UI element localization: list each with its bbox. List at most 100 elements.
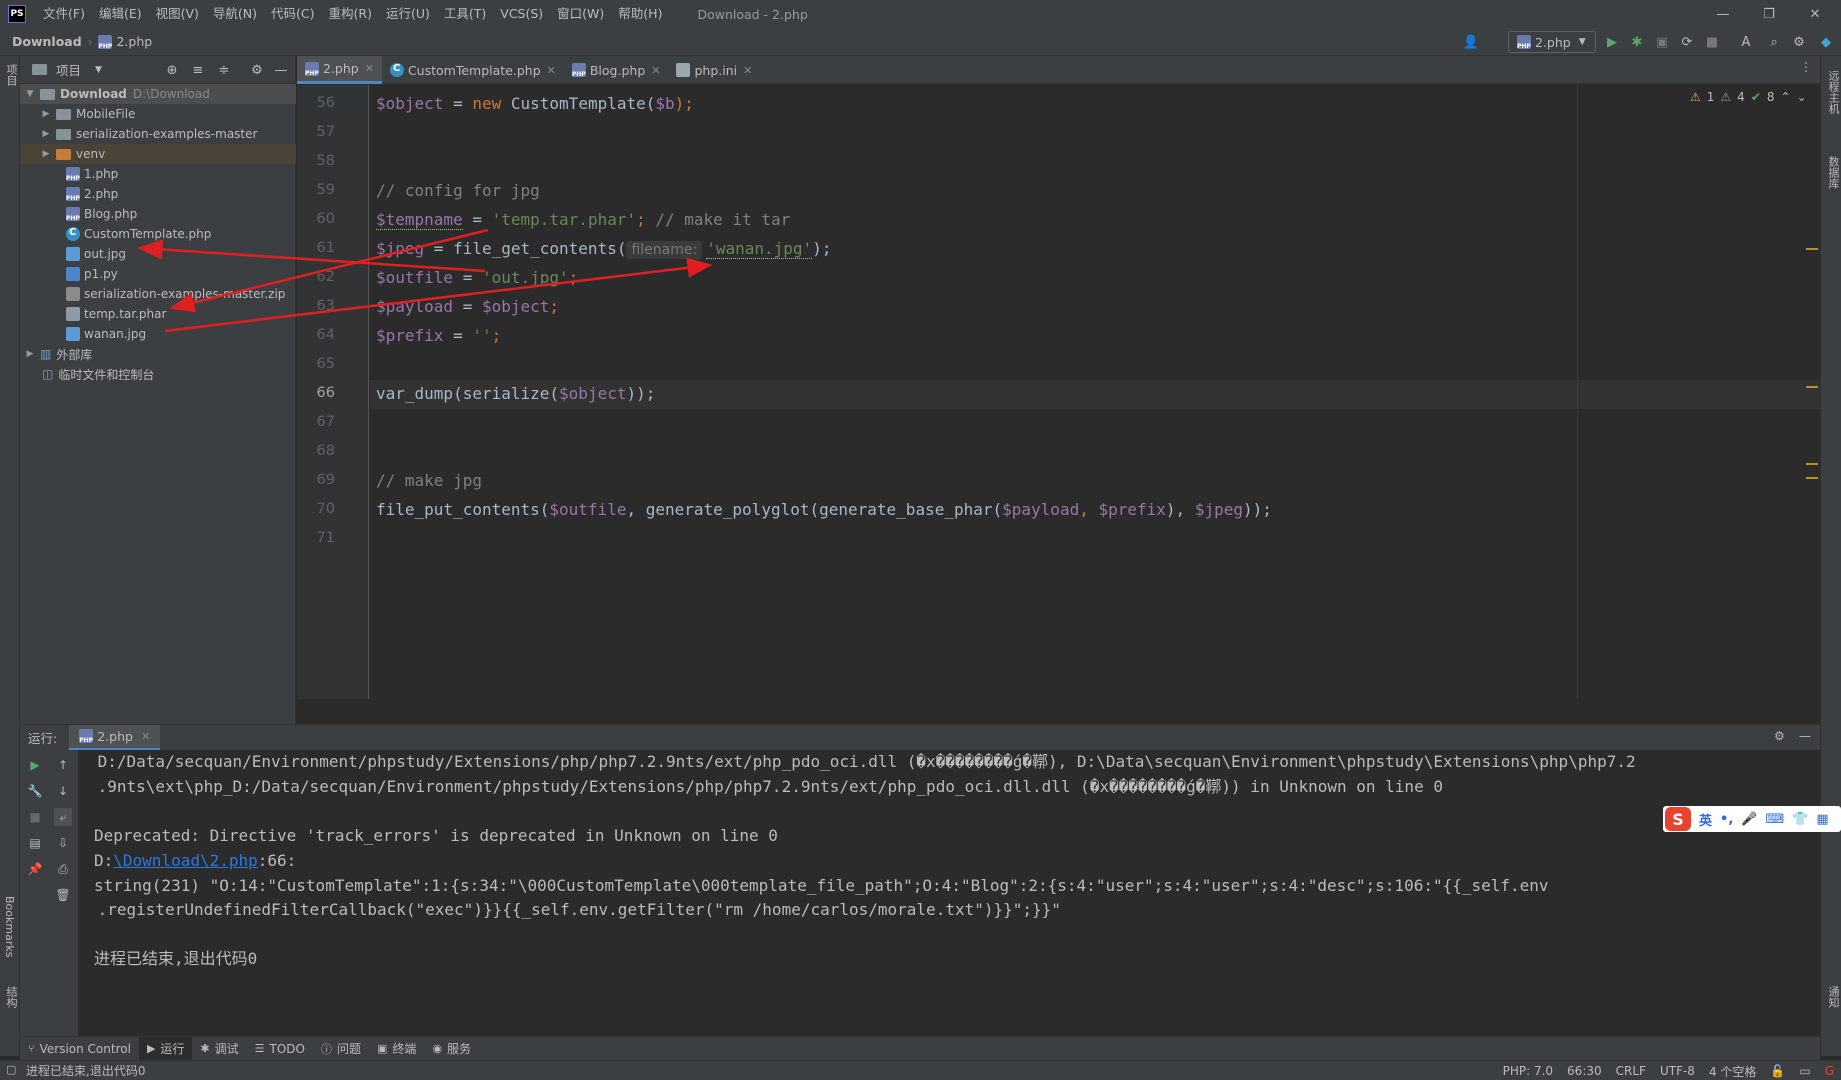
project-tool-label[interactable]: 项目 (3, 64, 19, 86)
tool-tab-problems[interactable]: ⓘ 问题 (313, 1037, 369, 1061)
close-tab-icon[interactable]: ✕ (743, 64, 752, 77)
minimize-icon[interactable]: — (1700, 0, 1746, 28)
tree-item-blog-php[interactable]: Blog.php (20, 204, 296, 224)
menu-navigate[interactable]: 导航(N) (206, 0, 264, 28)
tree-item-p1-py[interactable]: p1.py (20, 264, 296, 284)
memory-icon[interactable]: ▭ (1792, 1064, 1817, 1078)
tab-php-ini[interactable]: php.ini ✕ (668, 56, 760, 84)
indent-setting[interactable]: 4 个空格 (1702, 1063, 1763, 1080)
menu-vcs[interactable]: VCS(S) (493, 0, 550, 28)
database-tool-label[interactable]: 数据库 (1825, 156, 1841, 189)
inspection-widget[interactable]: ⚠ 1 ⚠ 4 ✔ 8 ⌃ ⌄ (1690, 90, 1807, 104)
tree-item-wanan-jpg[interactable]: wanan.jpg (20, 324, 296, 344)
lock-icon[interactable]: 🔓 (1763, 1064, 1792, 1078)
chevron-down-icon[interactable]: ▼ (95, 65, 102, 75)
tree-item-scratches[interactable]: ◫ 临时文件和控制台 (20, 364, 296, 384)
file-encoding[interactable]: UTF-8 (1653, 1064, 1702, 1078)
profile-icon[interactable]: ⟳ (1678, 33, 1696, 51)
tree-root[interactable]: ▼ Download D:\Download (20, 84, 296, 104)
stop-icon[interactable]: ■ (26, 808, 44, 826)
collapse-all-icon[interactable]: ≑ (215, 61, 233, 79)
chevron-up-icon[interactable]: ⌃ (1781, 90, 1791, 104)
tree-item-venv[interactable]: ▶ venv (20, 144, 296, 164)
ime-language[interactable]: 英 (1699, 810, 1712, 829)
error-stripe-marker[interactable] (1806, 477, 1818, 479)
structure-tool-label[interactable]: 结构 (3, 986, 19, 1008)
tab-customtemplate-php[interactable]: CustomTemplate.php ✕ (382, 56, 564, 84)
rerun-icon[interactable]: ▶ (26, 756, 44, 774)
tree-item-temp-tar-phar[interactable]: temp.tar.phar (20, 304, 296, 324)
close-tab-icon[interactable]: ✕ (365, 62, 374, 75)
bookmarks-tool-label[interactable]: Bookmarks (3, 896, 16, 957)
line-separator[interactable]: CRLF (1609, 1064, 1653, 1078)
close-icon[interactable]: ✕ (1792, 0, 1838, 28)
breadcrumb-file[interactable]: 2.php (116, 34, 152, 49)
project-panel-title[interactable]: 项目 (56, 60, 81, 79)
ime-toolbar[interactable]: S 英 •, 🎤 ⌨ 👕 ▦ (1663, 806, 1841, 832)
tool-tab-run[interactable]: ▶ 运行 (138, 1036, 193, 1061)
tool-tab-services[interactable]: ◉ 服务 (424, 1037, 479, 1061)
ime-punctuation[interactable]: •, (1720, 812, 1733, 827)
google-icon[interactable]: G (1818, 1064, 1841, 1078)
tool-tab-todo[interactable]: ☰ TODO (247, 1037, 313, 1061)
translate-icon[interactable]: A (1737, 33, 1755, 51)
close-tab-icon[interactable]: ✕ (547, 64, 556, 77)
tree-item-2-php[interactable]: 2.php (20, 184, 296, 204)
microphone-icon[interactable]: 🎤 (1741, 812, 1757, 827)
tab-2-php[interactable]: 2.php ✕ (297, 56, 382, 84)
keyboard-icon[interactable]: ⌨ (1765, 812, 1784, 827)
tree-item-mobilefile[interactable]: ▶ MobileFile (20, 104, 296, 124)
notifications-tool-label[interactable]: 通知 (1825, 986, 1841, 1008)
arrow-up-icon[interactable]: ↑ (54, 756, 72, 774)
tool-tab-version-control[interactable]: ⑂ Version Control (20, 1037, 139, 1061)
gear-icon[interactable]: ⚙ (248, 61, 266, 79)
trash-icon[interactable]: 🗑 (54, 886, 72, 904)
run-tab-2-php[interactable]: 2.php ✕ (69, 724, 161, 751)
soft-wrap-icon[interactable]: ⤶ (54, 808, 72, 826)
tree-item-serialization-examples[interactable]: ▶ serialization-examples-master (20, 124, 296, 144)
arrow-down-icon[interactable]: ↓ (54, 782, 72, 800)
status-message[interactable]: 进程已结束,退出代码0 (26, 1062, 145, 1079)
run-icon[interactable]: ▶ (1603, 33, 1621, 51)
tool-tab-terminal[interactable]: ▣ 终端 (369, 1037, 424, 1061)
toolbox-icon[interactable]: ▦ (1816, 812, 1828, 827)
coverage-icon[interactable]: ▣ (1653, 33, 1671, 51)
close-tab-icon[interactable]: ✕ (141, 730, 150, 743)
remote-host-tool-label[interactable]: 远程主机 (1825, 70, 1841, 114)
error-stripe-marker[interactable] (1806, 386, 1818, 388)
breadcrumb-root[interactable]: Download (12, 34, 82, 49)
tree-item-customtemplate-php[interactable]: CustomTemplate.php (20, 224, 296, 244)
search-icon[interactable]: ⌕ (1765, 33, 1783, 51)
user-icon[interactable]: 👤 (1462, 33, 1480, 51)
caret-position[interactable]: 66:30 (1560, 1064, 1609, 1078)
tab-blog-php[interactable]: Blog.php ✕ (564, 56, 669, 84)
code-editor[interactable]: $object = new CustomTemplate($b); // con… (370, 85, 1820, 699)
tree-item-out-jpg[interactable]: out.jpg (20, 244, 296, 264)
hide-icon[interactable]: — (1799, 729, 1811, 743)
stop-icon[interactable]: ■ (1703, 33, 1721, 51)
settings-icon[interactable]: ⚙ (1790, 33, 1808, 51)
tree-item-1-php[interactable]: 1.php (20, 164, 296, 184)
hide-icon[interactable]: — (272, 61, 290, 79)
menu-window[interactable]: 窗口(W) (550, 0, 611, 28)
pin-icon[interactable]: 📌 (26, 860, 44, 878)
console-output[interactable]: D:/Data/secquan/Environment/phpstudy/Ext… (78, 750, 1820, 1036)
debug-icon[interactable]: ✱ (1628, 33, 1646, 51)
menu-refactor[interactable]: 重构(R) (322, 0, 379, 28)
run-configuration-select[interactable]: 2.php ▼ (1508, 31, 1596, 53)
php-level[interactable]: PHP: 7.0 (1496, 1064, 1560, 1078)
restore-icon[interactable]: ❐ (1746, 0, 1792, 28)
scroll-to-end-icon[interactable]: ⇩ (54, 834, 72, 852)
menu-run[interactable]: 运行(U) (379, 0, 437, 28)
skin-icon[interactable]: 👕 (1792, 812, 1808, 827)
menu-code[interactable]: 代码(C) (264, 0, 321, 28)
wrench-icon[interactable]: 🔧 (26, 782, 44, 800)
tree-item-zip[interactable]: serialization-examples-master.zip (20, 284, 296, 304)
more-tabs-icon[interactable]: ⋮ (1800, 60, 1812, 74)
menu-help[interactable]: 帮助(H) (611, 0, 669, 28)
tree-item-external-libraries[interactable]: ▶ ▥ 外部库 (20, 344, 296, 364)
menu-tools[interactable]: 工具(T) (437, 0, 493, 28)
file-link[interactable]: \Download\2.php (113, 851, 258, 870)
error-stripe-marker[interactable] (1806, 463, 1818, 465)
locate-icon[interactable]: ⊕ (163, 61, 181, 79)
